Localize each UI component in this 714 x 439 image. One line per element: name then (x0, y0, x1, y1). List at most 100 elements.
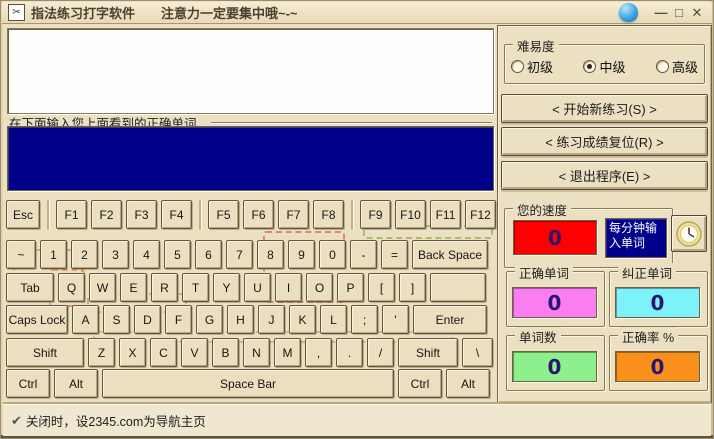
word-count-groupbox: 单词数 0 (506, 335, 605, 391)
word-display (7, 28, 494, 114)
maximize-button[interactable]: □ (670, 3, 688, 23)
keyboard-separator (199, 200, 201, 230)
key-ctrl[interactable]: Ctrl (398, 369, 442, 398)
key-n[interactable]: N (243, 338, 270, 367)
key-;[interactable]: ; (351, 305, 378, 334)
keyboard-row-4: Caps LockASDFGHJKL;'Enter (6, 305, 487, 334)
key-w[interactable]: W (89, 273, 116, 302)
key-7[interactable]: 7 (226, 240, 253, 269)
caption-divider (211, 122, 492, 123)
key-ctrl[interactable]: Ctrl (6, 369, 50, 398)
minimize-button[interactable]: — (652, 3, 670, 23)
difficulty-label: 难易度 (513, 36, 559, 55)
blue-gem-icon[interactable] (619, 3, 638, 22)
key-6[interactable]: 6 (195, 240, 222, 269)
key-3[interactable]: 3 (102, 240, 129, 269)
key-b[interactable]: B (212, 338, 239, 367)
key-v[interactable]: V (181, 338, 208, 367)
key-x[interactable]: X (119, 338, 146, 367)
key-l[interactable]: L (320, 305, 347, 334)
typing-input[interactable] (7, 126, 494, 191)
start-practice-button[interactable]: < 开始新练习(S) > (501, 94, 708, 123)
key-][interactable]: ] (399, 273, 426, 302)
key-'[interactable]: ' (382, 305, 409, 334)
key-shift[interactable]: Shift (6, 338, 84, 367)
key-g[interactable]: G (196, 305, 223, 334)
key-u[interactable]: U (244, 273, 271, 302)
key-f10[interactable]: F10 (395, 200, 426, 229)
key-[[interactable]: [ (368, 273, 395, 302)
key-s[interactable]: S (103, 305, 130, 334)
scissors-icon: ✂ (8, 4, 25, 21)
key-4[interactable]: 4 (133, 240, 160, 269)
key-\[interactable]: \ (462, 338, 493, 367)
key-a[interactable]: A (72, 305, 99, 334)
key-j[interactable]: J (258, 305, 285, 334)
key-m[interactable]: M (274, 338, 301, 367)
corrected-words-value: 0 (615, 287, 700, 318)
key-f7[interactable]: F7 (278, 200, 309, 229)
key-o[interactable]: O (306, 273, 333, 302)
key-e[interactable]: E (120, 273, 147, 302)
key-enter[interactable]: Enter (413, 305, 487, 334)
key-~[interactable]: ~ (6, 240, 36, 269)
key-f5[interactable]: F5 (208, 200, 239, 229)
key-space-bar[interactable]: Space Bar (102, 369, 394, 398)
speed-label: 您的速度 (513, 200, 571, 219)
statusbar: ✔ 关闭时，设2345.com为导航主页 (3, 404, 711, 436)
key-z[interactable]: Z (88, 338, 115, 367)
key-/[interactable]: / (367, 338, 394, 367)
key-alt[interactable]: Alt (446, 369, 490, 398)
key-y[interactable]: Y (213, 273, 240, 302)
key-5[interactable]: 5 (164, 240, 191, 269)
key-tab[interactable]: Tab (6, 273, 54, 302)
key-0[interactable]: 0 (319, 240, 346, 269)
key-back-space[interactable]: Back Space (412, 240, 488, 269)
exit-program-button[interactable]: < 退出程序(E) > (501, 161, 708, 190)
key-shift[interactable]: Shift (398, 338, 458, 367)
key-f11[interactable]: F11 (430, 200, 461, 229)
key-f4[interactable]: F4 (161, 200, 192, 229)
difficulty-option-label: 中级 (599, 57, 625, 76)
key-f9[interactable]: F9 (360, 200, 391, 229)
key-r[interactable]: R (151, 273, 178, 302)
keyboard-row-5: ShiftZXCVBNM,./Shift\ (6, 338, 493, 367)
clock-button[interactable] (671, 215, 707, 252)
key-caps-lock[interactable]: Caps Lock (6, 305, 68, 334)
key--[interactable]: - (350, 240, 377, 269)
difficulty-radio-中级[interactable]: 中级 (583, 57, 625, 76)
difficulty-radio-高级[interactable]: 高级 (656, 57, 698, 76)
key-blank[interactable] (430, 273, 486, 302)
key-f8[interactable]: F8 (313, 200, 344, 229)
key-9[interactable]: 9 (288, 240, 315, 269)
key-d[interactable]: D (134, 305, 161, 334)
key-,[interactable]: , (305, 338, 332, 367)
key-i[interactable]: I (275, 273, 302, 302)
key-esc[interactable]: Esc (6, 200, 40, 229)
word-count-label: 单词数 (515, 327, 561, 346)
key-.[interactable]: . (336, 338, 363, 367)
close-button[interactable]: ✕ (688, 3, 706, 23)
key-h[interactable]: H (227, 305, 254, 334)
reset-score-button[interactable]: < 练习成绩复位(R) > (501, 127, 708, 156)
key-f2[interactable]: F2 (91, 200, 122, 229)
key-f12[interactable]: F12 (465, 200, 496, 229)
homepage-checkbox[interactable]: ✔ (11, 413, 22, 429)
key-k[interactable]: K (289, 305, 316, 334)
key-q[interactable]: Q (58, 273, 85, 302)
key-2[interactable]: 2 (71, 240, 98, 269)
accuracy-groupbox: 正确率 % 0 (609, 335, 708, 391)
key-t[interactable]: T (182, 273, 209, 302)
key-p[interactable]: P (337, 273, 364, 302)
difficulty-radio-初级[interactable]: 初级 (511, 57, 553, 76)
key-alt[interactable]: Alt (54, 369, 98, 398)
correct-words-label: 正确单词 (515, 263, 573, 282)
key-f3[interactable]: F3 (126, 200, 157, 229)
key-f1[interactable]: F1 (56, 200, 87, 229)
key-8[interactable]: 8 (257, 240, 284, 269)
key-c[interactable]: C (150, 338, 177, 367)
key-f[interactable]: F (165, 305, 192, 334)
key-1[interactable]: 1 (40, 240, 67, 269)
key-=[interactable]: = (381, 240, 408, 269)
key-f6[interactable]: F6 (243, 200, 274, 229)
